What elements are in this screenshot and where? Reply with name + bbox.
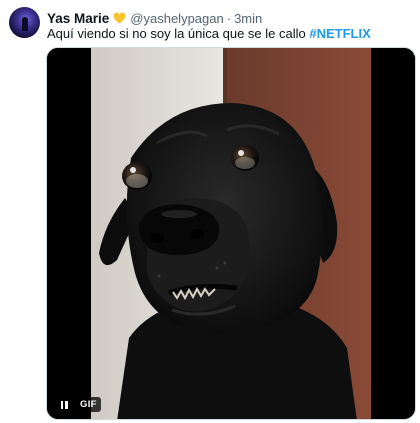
tweet-text: Aquí viendo si no soy la única que se le… <box>47 26 371 42</box>
separator-dot: · <box>226 10 232 26</box>
tweet-text-body: Aquí viendo si no soy la única que se le… <box>47 26 310 41</box>
hashtag-link[interactable]: #NETFLIX <box>309 26 370 41</box>
avatar[interactable] <box>9 7 40 38</box>
timestamp[interactable]: 3min <box>234 11 262 26</box>
tweet-header: Yas Marie @yashelypagan · 3min <box>47 9 262 27</box>
avatar-figure <box>22 17 28 31</box>
yellow-heart-icon <box>113 12 126 24</box>
black-dog-gif <box>47 48 415 419</box>
tweet-card[interactable]: Yas Marie @yashelypagan · 3min Aquí vien… <box>0 0 420 423</box>
gif-media[interactable] <box>46 47 416 420</box>
author-handle[interactable]: @yashelypagan <box>130 11 223 26</box>
gif-controls: GIF <box>58 397 101 412</box>
author-name[interactable]: Yas Marie <box>47 11 109 26</box>
pause-icon[interactable] <box>58 399 70 411</box>
gif-badge: GIF <box>76 397 101 412</box>
